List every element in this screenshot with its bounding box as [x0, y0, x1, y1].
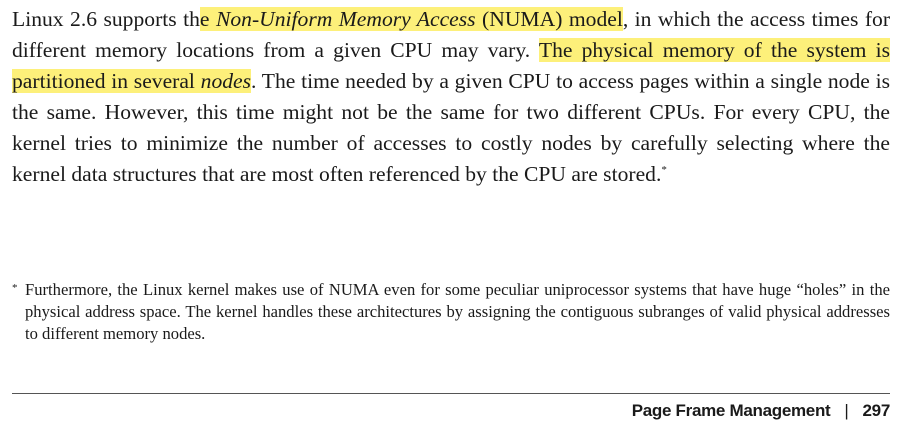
numa-term: Non-Uniform Memory Access — [215, 7, 476, 31]
page-number: 297 — [862, 401, 891, 420]
highlight-numa-model: e Non-Uniform Memory Access (NUMA) model — [199, 7, 623, 31]
footer-separator: | — [844, 401, 849, 420]
nodes-term: nodes — [200, 69, 252, 93]
footnote-text: Furthermore, the Linux kernel makes use … — [25, 280, 890, 343]
running-footer-title: Page Frame Management — [631, 401, 831, 420]
text-segment: (NUMA) model — [475, 7, 623, 31]
body-paragraph: Linux 2.6 supports the Non-Uniform Memor… — [12, 4, 890, 190]
footnote-marker: * — [12, 282, 18, 294]
footer-rule — [12, 393, 890, 394]
document-page: Linux 2.6 supports the Non-Uniform Memor… — [12, 0, 890, 442]
footnote-reference[interactable]: * — [661, 164, 667, 176]
text-segment: Linux 2.6 supports th — [12, 7, 200, 31]
page-footer: Page Frame Management | 297 — [631, 398, 891, 424]
text-segment: e — [199, 7, 216, 31]
footnote: * Furthermore, the Linux kernel makes use… — [12, 279, 890, 345]
